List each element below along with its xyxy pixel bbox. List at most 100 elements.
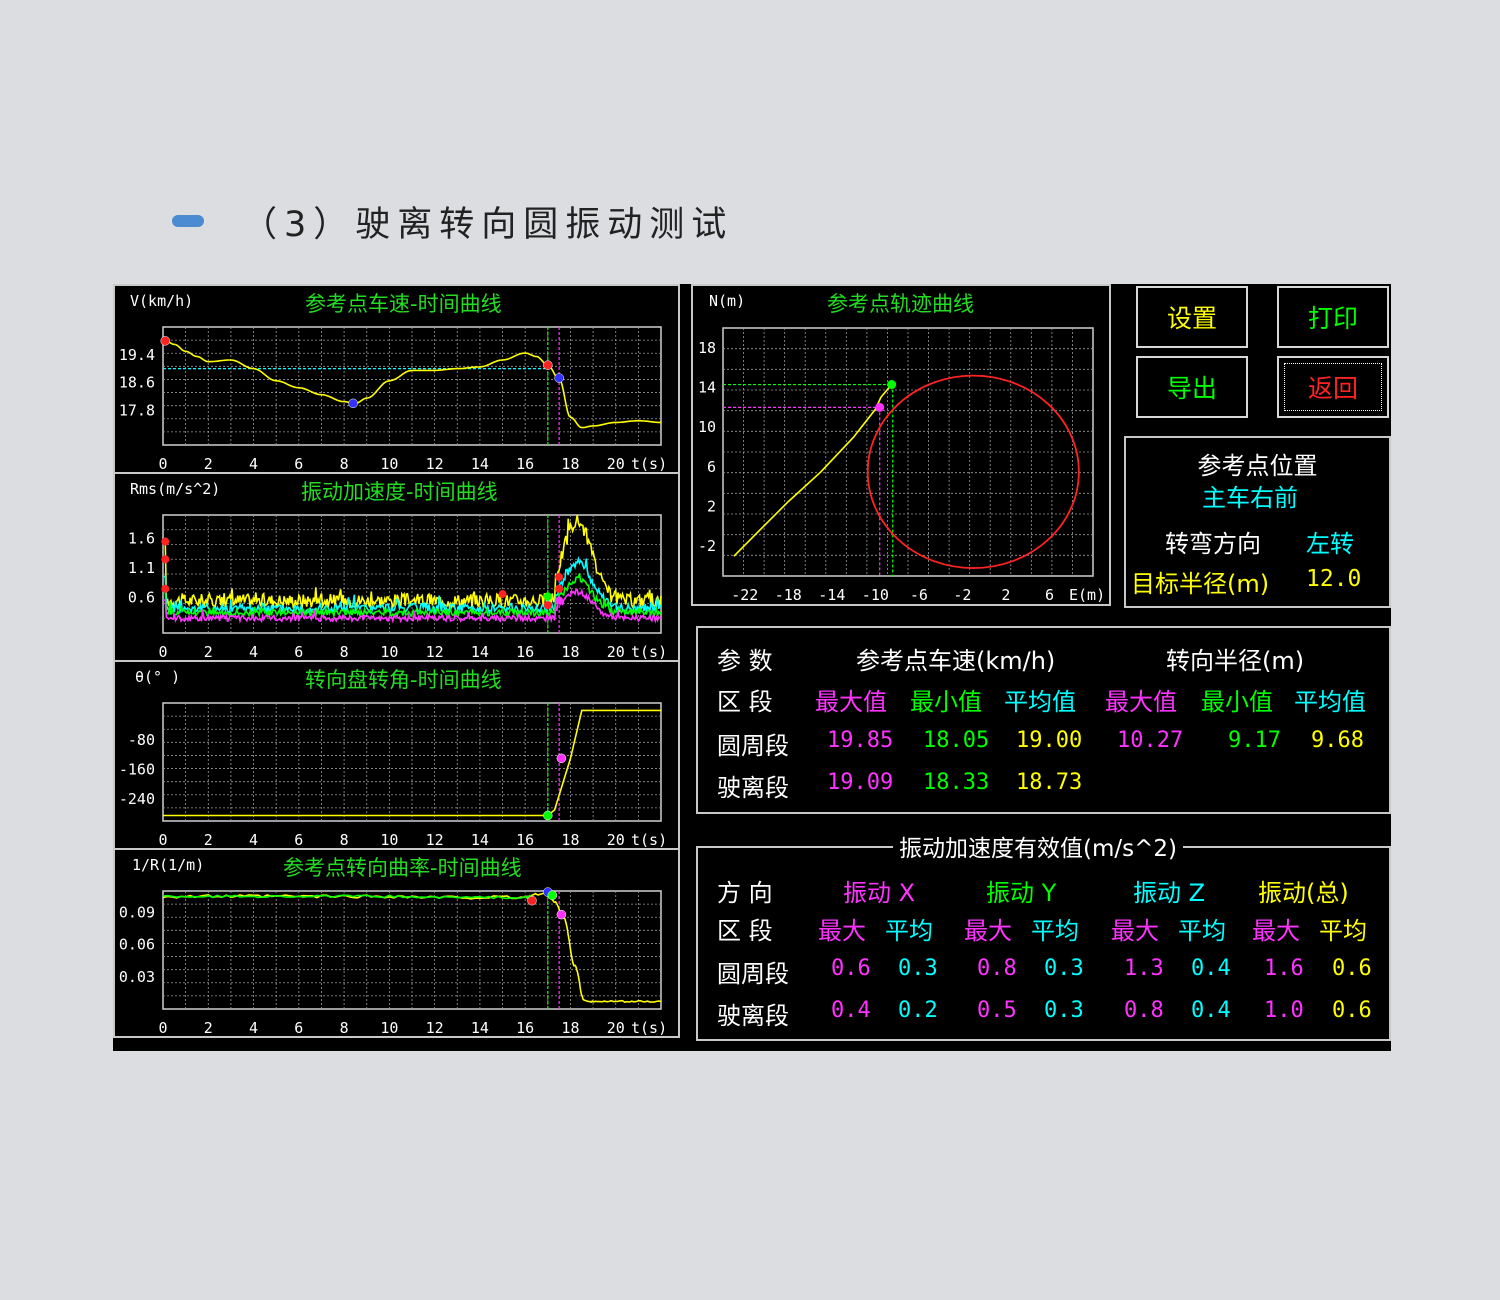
x-tick-label: 6 [294, 643, 303, 661]
direction-header: 方 向 [717, 879, 773, 907]
target-radius-label: 目标半径(m) [1131, 570, 1270, 598]
data-marker [543, 592, 552, 601]
x-tick-label: 18 [561, 831, 579, 849]
position-box-title: 参考点位置 [1197, 452, 1318, 480]
data-marker [543, 601, 552, 610]
heading-marker [172, 215, 204, 227]
speed-table-cell: 18.05 [923, 728, 990, 753]
x-tick-label: 4 [249, 643, 258, 661]
x-tick-label: 20 [607, 455, 625, 473]
segment-header: 区 段 [717, 688, 773, 716]
speed-table-cell: 19.09 [827, 770, 894, 795]
curvature-chart-title: 参考点转向曲率-时间曲线 [283, 856, 522, 880]
data-marker [543, 810, 553, 821]
y-tick-label: 0.06 [119, 936, 155, 954]
turn-direction-label: 转弯方向 [1165, 530, 1261, 558]
print-button[interactable]: 打印 [1277, 286, 1389, 348]
settings-button[interactable]: 设置 [1136, 286, 1248, 348]
page-heading: （3）驶离转向圆振动测试 [172, 196, 733, 246]
vibration-series-line [163, 555, 662, 616]
speed-table-cell: 9.17 [1228, 728, 1281, 753]
y-tick-label: 1.6 [128, 530, 155, 548]
x-tick-label: 0 [158, 455, 167, 473]
data-marker [161, 584, 170, 593]
param-header: 参 数 [717, 647, 773, 675]
reference-position-box: 参考点位置 主车右前 转弯方向 左转 目标半径(m) 12.0 [1124, 436, 1391, 608]
y-tick-label: 6 [707, 458, 716, 476]
curvature-y-label: 1/R(1/m) [132, 856, 205, 874]
vibration-table-cell: 0.4 [1191, 998, 1231, 1023]
data-marker [875, 402, 885, 412]
y-tick-label: 0.09 [119, 903, 155, 921]
vibration-sub-header: 最大 [964, 917, 1012, 945]
back-button[interactable]: 返回 [1277, 356, 1389, 418]
y-tick-label: 0.6 [128, 589, 155, 607]
x-tick-label: 0 [158, 643, 167, 661]
data-marker [887, 380, 897, 390]
vibration-segment-header: 区 段 [717, 917, 773, 945]
x-tick-label: 4 [249, 1019, 258, 1037]
vibration-sub-header: 最大 [1252, 917, 1300, 945]
x-tick-label: 12 [426, 831, 444, 849]
x-unit-label: E(m) [1069, 586, 1105, 604]
vibration-table-legend: 振动加速度有效值(m/s^2) [893, 829, 1183, 863]
x-tick-label: -2 [953, 586, 971, 604]
x-tick-label: 10 [380, 1019, 398, 1037]
vibration-table-cell: 0.3 [1044, 956, 1084, 981]
export-button-label: 导出 [1166, 374, 1217, 403]
vibration-sub-header: 最大 [1111, 917, 1159, 945]
x-tick-label: 6 [294, 831, 303, 849]
x-tick-label: 14 [471, 455, 489, 473]
x-tick-label: 8 [340, 455, 349, 473]
back-button-label: 返回 [1307, 374, 1358, 403]
y-tick-label: 10 [698, 418, 716, 436]
vibration-table-cell: 0.2 [898, 998, 938, 1023]
data-marker [555, 572, 564, 581]
speed-table-col-header: 最小值 [1201, 688, 1273, 716]
trajectory-chart: -22 -18 -14 -10 -6 -2 2 6 E(m)18141062-2 [698, 327, 1105, 604]
y-tick-label: 2 [707, 498, 716, 516]
steering-y-label: θ(° ) [135, 668, 181, 686]
data-marker [161, 537, 170, 546]
x-tick-label: -6 [910, 586, 928, 604]
print-button-label: 打印 [1307, 304, 1358, 333]
x-tick-label: 16 [516, 1019, 534, 1037]
position-value: 主车右前 [1202, 484, 1298, 512]
y-tick-label: 18 [698, 339, 716, 357]
data-marker [527, 895, 537, 906]
vibration-sub-header: 最大 [818, 917, 866, 945]
x-tick-label: 2 [1001, 586, 1010, 604]
vibration-sub-header: 平均 [1178, 917, 1226, 945]
vibration-table-cell: 0.3 [898, 956, 938, 981]
vibration-chart-title: 振动加速度-时间曲线 [301, 480, 498, 504]
x-tick-label: 6 [1045, 586, 1054, 604]
vibration-table-cell: 1.3 [1124, 956, 1164, 981]
speed-table-cell: 18.73 [1016, 770, 1083, 795]
test-panel: 0 2 4 6 8 10 12 14 16 18 20 t(s) 19.4 18.6 17.8 V(km/h… [113, 284, 1391, 1051]
steering-chart-panel: 0 2 4 6 8 10 12 14 16 18 20 t(s) -80 -160 -240 θ(° ) 转… [113, 660, 680, 850]
speed-table-cell: 18.33 [923, 770, 990, 795]
speed-table-cell: 10.27 [1117, 728, 1184, 753]
speed-table-cell: 9.68 [1311, 728, 1364, 753]
x-tick-label: 10 [380, 455, 398, 473]
y-tick-label: -240 [119, 790, 155, 808]
x-tick-label: 8 [340, 643, 349, 661]
vibration-table-cell: 0.4 [831, 998, 871, 1023]
x-tick-label: 14 [471, 831, 489, 849]
vibration-table-row-label: 圆周段 [717, 960, 789, 988]
data-marker [555, 584, 564, 593]
vibration-chart-panel: 0 2 4 6 8 10 12 14 16 18 20 t(s) 1.6 1.1 0.6 Rms(m/s^2… [113, 472, 680, 662]
x-unit-label: t(s) [631, 643, 667, 661]
x-tick-label: 2 [204, 1019, 213, 1037]
vibration-sub-header: 平均 [1319, 917, 1367, 945]
vibration-table-cell: 0.6 [831, 956, 871, 981]
vibration-table-cell: 0.5 [977, 998, 1017, 1023]
y-tick-label: 18.6 [119, 374, 155, 392]
x-tick-label: -18 [775, 586, 802, 604]
y-tick-label: 17.8 [119, 401, 155, 419]
export-button[interactable]: 导出 [1136, 356, 1248, 418]
x-tick-label: 8 [340, 1019, 349, 1037]
x-tick-label: 14 [471, 1019, 489, 1037]
x-tick-label: 18 [561, 643, 579, 661]
speed-chart-panel: 0 2 4 6 8 10 12 14 16 18 20 t(s) 19.4 18.6 17.8 V(km/h… [113, 284, 680, 474]
